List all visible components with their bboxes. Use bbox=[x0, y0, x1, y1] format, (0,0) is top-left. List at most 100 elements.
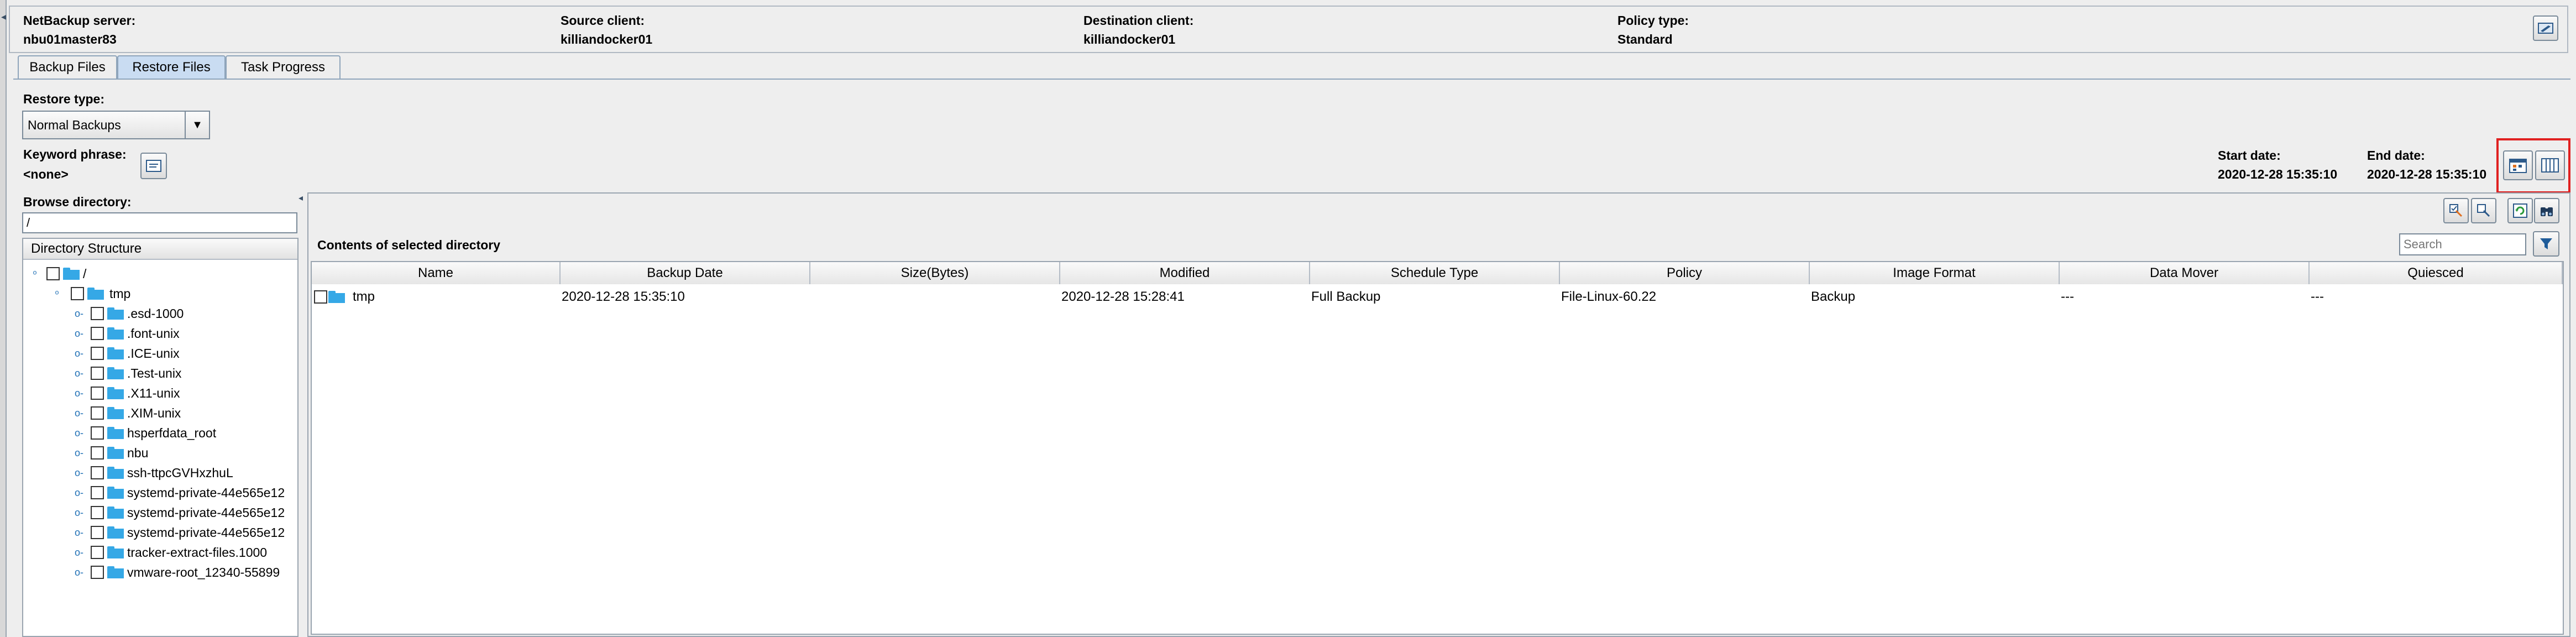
tree-node[interactable]: o-tracker-extract-files.1000 bbox=[73, 543, 297, 562]
tree-checkbox[interactable] bbox=[91, 307, 104, 320]
expanded-node-icon[interactable]: ᵒ bbox=[51, 288, 63, 300]
collapsed-node-icon[interactable]: o- bbox=[73, 407, 85, 419]
directory-tree-header: Directory Structure bbox=[23, 239, 297, 260]
tree-node-label: vmware-root_12340-55899 bbox=[127, 565, 280, 579]
collapsed-node-icon[interactable]: o- bbox=[73, 347, 85, 359]
tree-checkbox[interactable] bbox=[91, 486, 104, 499]
row-image-format: Backup bbox=[1811, 289, 1856, 304]
tab-backup-files[interactable]: Backup Files bbox=[18, 55, 117, 79]
collapsed-node-icon[interactable]: o- bbox=[73, 467, 85, 479]
keyword-edit-button[interactable] bbox=[140, 153, 167, 179]
edit-text-icon bbox=[146, 160, 161, 172]
collapsed-node-icon[interactable]: o- bbox=[73, 307, 85, 320]
collapse-arrow-icon[interactable]: ◂ bbox=[1, 11, 7, 28]
server-value: nbu01master83 bbox=[23, 32, 117, 46]
collapsed-node-icon[interactable]: o- bbox=[73, 566, 85, 578]
column-header-image-format[interactable]: Image Format bbox=[1810, 262, 2060, 284]
search-input[interactable] bbox=[2399, 233, 2526, 255]
column-header-size[interactable]: Size(Bytes) bbox=[810, 262, 1060, 284]
tree-node-root[interactable]: ᵒ / bbox=[29, 264, 87, 283]
edit-client-button[interactable] bbox=[2533, 15, 2558, 41]
tree-checkbox[interactable] bbox=[91, 347, 104, 360]
tree-checkbox[interactable] bbox=[46, 267, 60, 280]
tree-node[interactable]: o-systemd-private-44e565e12 bbox=[73, 483, 297, 502]
folder-icon bbox=[107, 467, 124, 479]
tree-node-label: tracker-extract-files.1000 bbox=[127, 545, 268, 560]
tree-checkbox[interactable] bbox=[91, 367, 104, 380]
keyword-phrase-value: <none> bbox=[23, 167, 69, 181]
column-header-data-mover[interactable]: Data Mover bbox=[2060, 262, 2310, 284]
select-all-button[interactable] bbox=[2443, 198, 2469, 223]
expanded-node-icon[interactable]: ᵒ bbox=[29, 268, 41, 280]
tree-checkbox[interactable] bbox=[91, 566, 104, 579]
tree-node-label: systemd-private-44e565e12 bbox=[127, 525, 285, 540]
restore-type-select[interactable]: Normal Backups ▼ bbox=[22, 111, 210, 139]
collapsed-node-icon[interactable]: o- bbox=[73, 487, 85, 499]
table-row[interactable]: tmp bbox=[314, 288, 375, 306]
tree-node[interactable]: o-nbu bbox=[73, 443, 297, 462]
row-checkbox[interactable] bbox=[314, 290, 327, 304]
select-date-range-button[interactable] bbox=[2503, 150, 2533, 180]
tab-task-progress[interactable]: Task Progress bbox=[226, 55, 341, 79]
dropdown-arrow-icon[interactable]: ▼ bbox=[185, 112, 209, 138]
tree-checkbox[interactable] bbox=[91, 327, 104, 340]
tree-checkbox[interactable] bbox=[91, 546, 104, 559]
tree-checkbox[interactable] bbox=[91, 446, 104, 460]
column-header-backup-date[interactable]: Backup Date bbox=[561, 262, 810, 284]
folder-icon bbox=[107, 566, 124, 578]
split-collapse-icon[interactable]: ◂ bbox=[299, 192, 306, 206]
tree-checkbox[interactable] bbox=[91, 387, 104, 400]
restore-type-value: Normal Backups bbox=[28, 117, 121, 132]
end-date-label: End date: bbox=[2367, 148, 2425, 163]
keyword-phrase-label: Keyword phrase: bbox=[23, 147, 127, 161]
tree-node-label: .Test-unix bbox=[127, 366, 182, 380]
deselect-all-button[interactable] bbox=[2471, 198, 2496, 223]
collapsed-node-icon[interactable]: o- bbox=[73, 367, 85, 379]
tree-node[interactable]: o- .XIM-unix bbox=[73, 404, 297, 422]
tree-node[interactable]: o-hsperfdata_root bbox=[73, 424, 297, 442]
column-header-schedule-type[interactable]: Schedule Type bbox=[1310, 262, 1560, 284]
tree-checkbox[interactable] bbox=[91, 406, 104, 420]
row-backup-date: 2020-12-28 15:35:10 bbox=[562, 289, 685, 304]
tree-node[interactable]: o-vmware-root_12340-55899 bbox=[73, 563, 297, 582]
tree-node[interactable]: o-ssh-ttpcGVHxzhuL bbox=[73, 463, 297, 482]
destination-client-value: killiandocker01 bbox=[1083, 32, 1176, 46]
tree-checkbox[interactable] bbox=[91, 426, 104, 440]
tree-node[interactable]: o- .Test-unix bbox=[73, 364, 297, 383]
tree-checkbox[interactable] bbox=[91, 526, 104, 539]
collapsed-node-icon[interactable]: o- bbox=[73, 387, 85, 399]
refresh-button[interactable] bbox=[2507, 198, 2533, 223]
collapsed-node-icon[interactable]: o- bbox=[73, 427, 85, 439]
folder-icon bbox=[107, 427, 124, 439]
row-schedule-type: Full Backup bbox=[1311, 289, 1381, 304]
collapsed-node-icon[interactable]: o- bbox=[73, 507, 85, 519]
tree-node[interactable]: o- .font-unix bbox=[73, 324, 297, 343]
column-header-policy[interactable]: Policy bbox=[1560, 262, 1810, 284]
filter-button[interactable] bbox=[2533, 231, 2559, 257]
backup-history-button[interactable] bbox=[2535, 150, 2565, 180]
tab-restore-files[interactable]: Restore Files bbox=[117, 55, 226, 79]
start-date-value: 2020-12-28 15:35:10 bbox=[2218, 167, 2338, 181]
column-header-name[interactable]: Name bbox=[312, 262, 561, 284]
collapsed-node-icon[interactable]: o- bbox=[73, 546, 85, 558]
column-header-quiesced[interactable]: Quiesced bbox=[2310, 262, 2563, 284]
tree-node-tmp[interactable]: ᵒ tmp bbox=[51, 284, 131, 303]
search-field[interactable] bbox=[2400, 234, 2525, 254]
tree-checkbox[interactable] bbox=[91, 506, 104, 519]
column-header-modified[interactable]: Modified bbox=[1060, 262, 1310, 284]
folder-icon bbox=[107, 327, 124, 340]
tree-node[interactable]: o- .esd-1000 bbox=[73, 304, 297, 323]
tree-checkbox[interactable] bbox=[91, 466, 104, 479]
collapsed-node-icon[interactable]: o- bbox=[73, 447, 85, 459]
collapsed-node-icon[interactable]: o- bbox=[73, 327, 85, 340]
tree-node[interactable]: o- .ICE-unix bbox=[73, 344, 297, 363]
tree-node-label: systemd-private-44e565e12 bbox=[127, 485, 285, 500]
tree-node[interactable]: o-systemd-private-44e565e12 bbox=[73, 503, 297, 522]
search-files-button[interactable] bbox=[2534, 198, 2559, 223]
tree-node[interactable]: o- .X11-unix bbox=[73, 384, 297, 403]
browse-directory-input[interactable]: / bbox=[22, 212, 297, 233]
tree-node[interactable]: o-systemd-private-44e565e12 bbox=[73, 523, 297, 542]
collapsed-node-icon[interactable]: o- bbox=[73, 526, 85, 539]
folder-icon bbox=[87, 288, 104, 300]
tree-checkbox[interactable] bbox=[71, 287, 84, 300]
